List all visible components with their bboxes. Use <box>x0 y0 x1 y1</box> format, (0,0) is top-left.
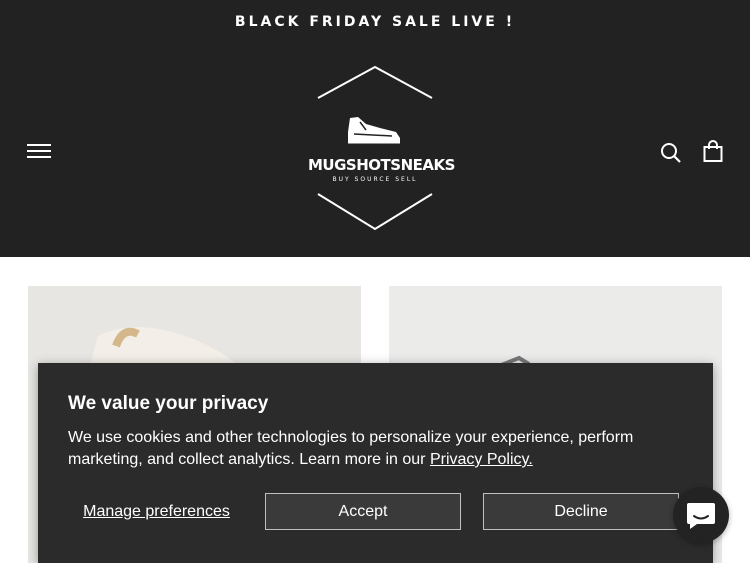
search-icon[interactable] <box>660 142 682 164</box>
site-logo[interactable]: MUGSHOTSNEAKS BUY SOURCE SELL <box>308 64 455 232</box>
decline-button[interactable]: Decline <box>483 493 679 530</box>
logo-text: MUGSHOTSNEAKS <box>308 156 455 174</box>
announcement-bar: BLACK FRIDAY SALE LIVE ! <box>234 14 516 30</box>
privacy-policy-link[interactable]: Privacy Policy. <box>430 451 533 468</box>
hamburger-menu-icon[interactable] <box>27 141 51 161</box>
manage-preferences-button[interactable]: Manage preferences <box>68 493 245 531</box>
cookie-banner-title: We value your privacy <box>68 393 269 414</box>
cookie-consent-banner: We value your privacy We use cookies and… <box>38 363 713 563</box>
accept-button[interactable]: Accept <box>265 493 461 530</box>
site-header: BLACK FRIDAY SALE LIVE ! MUGSHOTSNEAKS B… <box>0 0 750 257</box>
logo-tagline: BUY SOURCE SELL <box>332 176 418 183</box>
chat-icon[interactable] <box>673 487 729 543</box>
shopping-bag-icon[interactable] <box>703 140 723 162</box>
logo-emblem <box>317 65 433 231</box>
cookie-banner-body: We use cookies and other technologies to… <box>68 429 634 468</box>
cookie-banner-text: We use cookies and other technologies to… <box>68 427 668 471</box>
